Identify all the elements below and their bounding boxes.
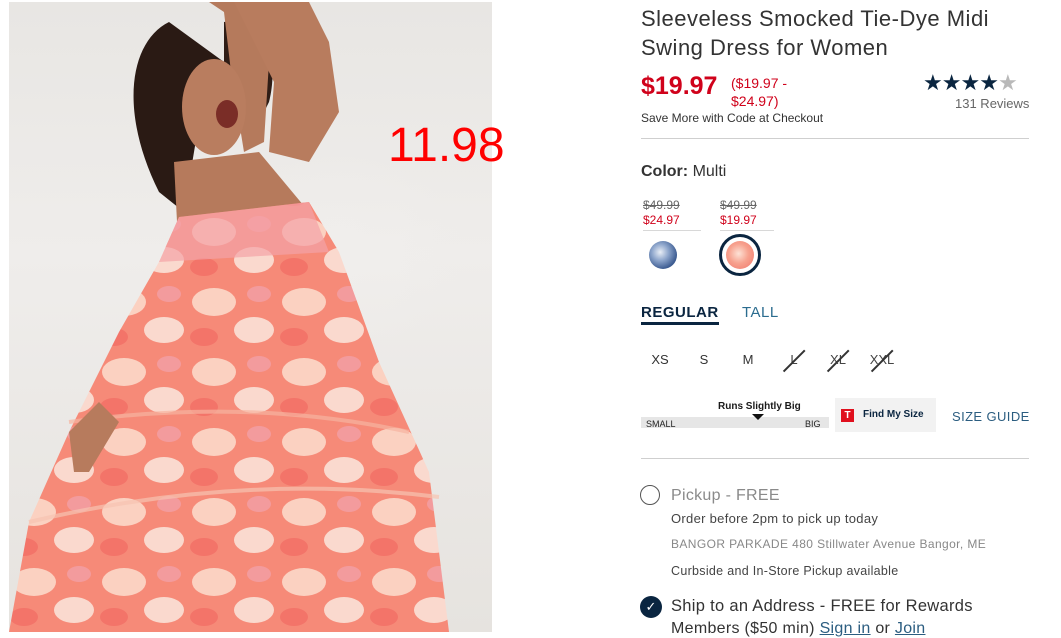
fit-indicator-icon bbox=[752, 414, 764, 420]
current-price: $19.97 bbox=[641, 72, 718, 100]
fit-scale-big: BIG bbox=[805, 419, 821, 429]
promo-text: Save More with Code at Checkout bbox=[641, 111, 824, 125]
star-icon: ★ bbox=[923, 70, 943, 95]
size-m[interactable]: M bbox=[731, 352, 765, 367]
swatch-old-price: $49.99 bbox=[720, 198, 757, 212]
fit-scale-title: Runs Slightly Big bbox=[718, 401, 801, 412]
swatch-sale-price: $19.97 bbox=[720, 213, 757, 227]
ship-check-icon[interactable]: ✓ bbox=[640, 596, 662, 618]
divider bbox=[641, 458, 1029, 459]
swatch-old-price: $49.99 bbox=[643, 198, 680, 212]
ship-members-text: Members ($50 min) bbox=[671, 620, 820, 637]
star-icon: ★ bbox=[979, 70, 999, 95]
product-image[interactable] bbox=[9, 2, 492, 632]
size-guide-link[interactable]: SIZE GUIDE bbox=[952, 409, 1030, 424]
ship-subtitle: Members ($50 min) Sign in or Join bbox=[671, 620, 925, 638]
color-label-key: Color: bbox=[641, 163, 689, 180]
swatch-sale-price: $24.97 bbox=[643, 213, 680, 227]
overlay-price-annotation: 11.98 bbox=[388, 119, 505, 172]
size-xs[interactable]: XS bbox=[643, 352, 677, 367]
sign-in-link[interactable]: Sign in bbox=[820, 620, 871, 637]
star-icon: ★ bbox=[941, 70, 962, 95]
star-half-icon: ★ bbox=[997, 70, 1018, 95]
price-range: ($19.97 - $24.97) bbox=[731, 75, 788, 109]
pickup-radio[interactable] bbox=[640, 485, 660, 505]
or-text: or bbox=[870, 620, 895, 637]
curbside-note: Curbside and In-Store Pickup available bbox=[671, 564, 899, 578]
blue-tie-dye-swatch[interactable] bbox=[649, 241, 677, 269]
divider bbox=[641, 138, 1029, 139]
find-my-size-label: Find My Size bbox=[863, 409, 924, 420]
pink-tie-dye-swatch[interactable] bbox=[719, 234, 761, 276]
store-address[interactable]: BANGOR PARKADE 480 Stillwater Avenue Ban… bbox=[671, 537, 986, 551]
color-value: Multi bbox=[692, 163, 727, 180]
reviews-link[interactable]: 131 Reviews bbox=[955, 96, 1029, 111]
product-title: Sleeveless Smocked Tie-Dye Midi Swing Dr… bbox=[641, 6, 990, 60]
swatch-price-1: $49.99 $24.97 bbox=[643, 198, 701, 231]
pickup-deadline: Order before 2pm to pick up today bbox=[671, 511, 879, 526]
swatch-price-2: $49.99 $19.97 bbox=[720, 198, 774, 231]
ship-title[interactable]: Ship to an Address - FREE for Rewards bbox=[671, 597, 973, 616]
fit-scale-small: SMALL bbox=[646, 419, 676, 429]
size-s[interactable]: S bbox=[687, 352, 721, 367]
tab-regular[interactable]: REGULAR bbox=[641, 304, 719, 325]
star-icon: ★ bbox=[960, 70, 980, 95]
find-my-size-button[interactable]: T Find My Size bbox=[835, 398, 936, 432]
tab-tall[interactable]: TALL bbox=[742, 304, 779, 321]
join-link[interactable]: Join bbox=[895, 620, 926, 637]
rating-stars[interactable]: ★★★★★ bbox=[923, 70, 1018, 96]
pink-swatch-fill bbox=[726, 241, 754, 269]
true-fit-logo-icon: T bbox=[841, 409, 854, 422]
pickup-title[interactable]: Pickup - FREE bbox=[671, 487, 780, 505]
color-label: Color: Multi bbox=[641, 163, 726, 181]
dress-illustration bbox=[9, 2, 449, 632]
